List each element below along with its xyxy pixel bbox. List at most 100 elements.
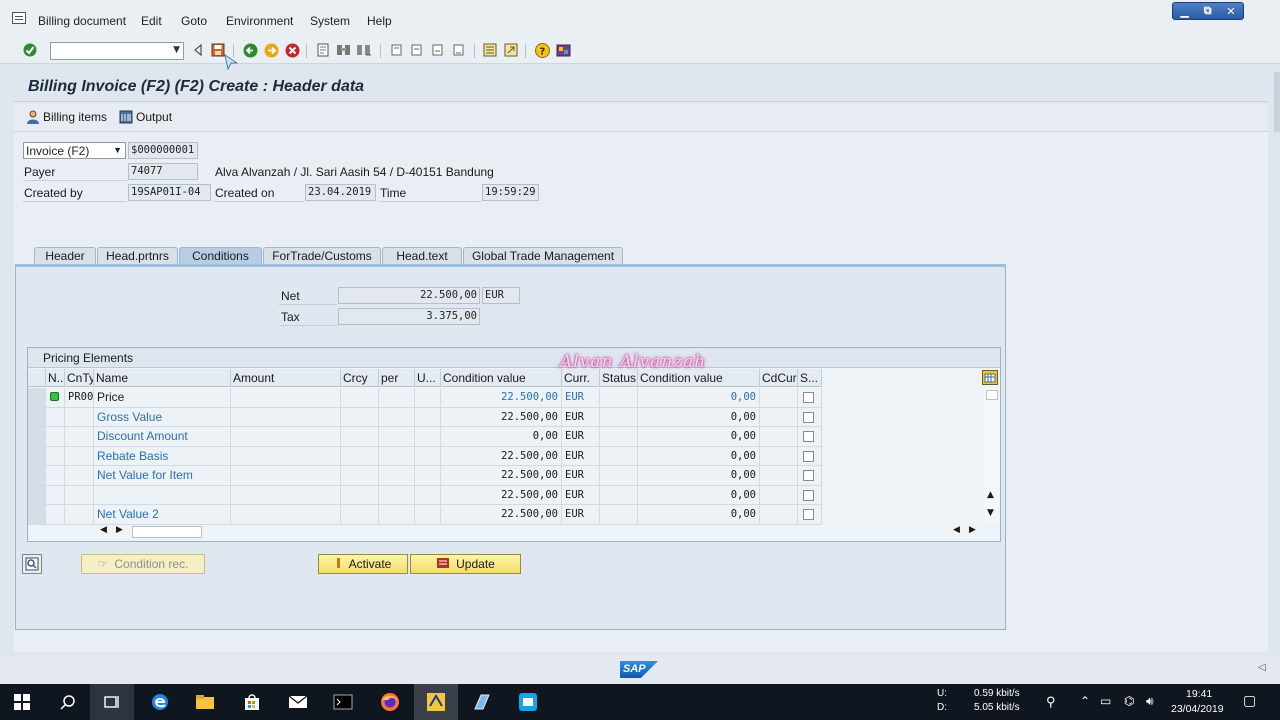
- row-checkbox[interactable]: [803, 509, 814, 520]
- vertical-scrollbar[interactable]: ▲ ▼: [984, 388, 1000, 522]
- row-selector[interactable]: [28, 505, 46, 525]
- battery-icon[interactable]: ▭: [1100, 694, 1111, 708]
- window-scrollbar[interactable]: [1274, 72, 1280, 132]
- mail-icon[interactable]: [286, 690, 310, 714]
- print-icon[interactable]: [315, 42, 331, 58]
- table-row[interactable]: 22.500,00 EUR 0,00: [28, 485, 988, 505]
- menu-environment[interactable]: Environment: [226, 14, 293, 28]
- scroll-down-icon[interactable]: ▼: [987, 508, 994, 518]
- chevron-up-icon[interactable]: ⌃: [1080, 694, 1090, 708]
- file-explorer-icon[interactable]: [193, 690, 217, 714]
- row-selector[interactable]: [28, 466, 46, 486]
- table-row[interactable]: PR00 Price 22.500,00 EUR 0,00: [28, 388, 988, 408]
- scroll-right-icon[interactable]: ▶: [969, 525, 976, 535]
- find-next-icon[interactable]: [356, 42, 372, 58]
- tab-head-partners[interactable]: Head.prtnrs: [97, 247, 178, 265]
- store-icon[interactable]: [240, 690, 264, 714]
- volume-icon[interactable]: 🔊︎: [1146, 694, 1154, 709]
- document-type-dropdown[interactable]: Invoice (F2) ▼: [23, 142, 126, 159]
- horizontal-scrollbar[interactable]: ◀ ▶ ◀ ▶: [94, 525, 984, 539]
- row-selector[interactable]: [28, 407, 46, 427]
- column-header-n[interactable]: N..: [46, 369, 65, 387]
- firefox-icon[interactable]: [378, 690, 402, 714]
- task-view-icon[interactable]: [100, 690, 124, 714]
- last-page-icon[interactable]: [451, 42, 467, 58]
- row-selector[interactable]: [28, 446, 46, 466]
- output-button[interactable]: Output: [119, 110, 172, 124]
- sap-gui-icon[interactable]: [424, 690, 448, 714]
- shortcut-icon[interactable]: [503, 42, 519, 58]
- scroll-left-icon[interactable]: ◀: [953, 525, 960, 535]
- column-header-cnty[interactable]: CnTy: [65, 369, 94, 387]
- row-selector-header[interactable]: [28, 369, 46, 387]
- column-header-s[interactable]: S...: [798, 369, 822, 387]
- help-icon[interactable]: ?: [534, 42, 550, 58]
- clock-time[interactable]: 19:41: [1186, 688, 1212, 700]
- menu-help[interactable]: Help: [367, 14, 392, 28]
- notifications-icon[interactable]: ▢: [1243, 692, 1256, 709]
- table-row[interactable]: Gross Value 22.500,00 EUR 0,00: [28, 407, 988, 427]
- windows-start-icon[interactable]: [10, 690, 34, 714]
- back-icon[interactable]: [242, 42, 258, 58]
- column-header-crcy[interactable]: Crcy: [341, 369, 379, 387]
- row-checkbox[interactable]: [803, 489, 814, 501]
- billing-items-button[interactable]: Billing items: [26, 110, 107, 124]
- column-header-condition-value[interactable]: Condition value: [441, 369, 562, 387]
- scroll-thumb[interactable]: [132, 526, 202, 538]
- table-row[interactable]: Net Value 2 22.500,00 EUR 0,00: [28, 505, 988, 525]
- row-checkbox[interactable]: [803, 392, 814, 403]
- back-arrow-small-icon[interactable]: [190, 42, 206, 58]
- next-page-icon[interactable]: [430, 42, 446, 58]
- column-header-cdcur[interactable]: CdCur: [760, 369, 798, 387]
- dropdown-arrow-icon[interactable]: ▼: [173, 45, 180, 55]
- table-row[interactable]: Rebate Basis 22.500,00 EUR 0,00: [28, 446, 988, 466]
- scroll-left-icon[interactable]: ◀: [100, 525, 107, 535]
- row-checkbox[interactable]: [803, 431, 814, 442]
- activate-button[interactable]: Activate: [318, 554, 408, 574]
- first-page-icon[interactable]: [389, 42, 405, 58]
- tab-conditions[interactable]: Conditions: [179, 247, 262, 265]
- terminal-icon[interactable]: [331, 690, 355, 714]
- exit-icon[interactable]: [263, 42, 279, 58]
- customize-layout-icon[interactable]: [555, 42, 571, 58]
- previous-page-icon[interactable]: [409, 42, 425, 58]
- condition-record-button[interactable]: ☞ Condition rec.: [81, 554, 205, 574]
- column-header-unit[interactable]: U...: [415, 369, 441, 387]
- row-selector[interactable]: [28, 388, 46, 408]
- find-icon[interactable]: [336, 42, 352, 58]
- table-row[interactable]: Net Value for Item 22.500,00 EUR 0,00: [28, 466, 988, 486]
- status-bar-expand-icon[interactable]: ◁: [1258, 662, 1266, 673]
- restore-button[interactable]: ⧉: [1204, 4, 1212, 18]
- network-icon[interactable]: ⌬: [1124, 694, 1134, 708]
- system-menu-icon[interactable]: [12, 12, 26, 24]
- close-button[interactable]: ✕: [1226, 5, 1235, 18]
- scroll-up-icon[interactable]: ▲: [987, 490, 994, 500]
- app-icon[interactable]: [470, 690, 494, 714]
- edge-browser-icon[interactable]: [148, 690, 172, 714]
- search-icon[interactable]: [56, 690, 80, 714]
- tab-global-trade-management[interactable]: Global Trade Management: [463, 247, 623, 265]
- row-selector[interactable]: [28, 427, 46, 447]
- menu-edit[interactable]: Edit: [141, 14, 162, 28]
- table-row[interactable]: Discount Amount 0,00 EUR 0,00: [28, 427, 988, 447]
- menu-system[interactable]: System: [310, 14, 350, 28]
- tab-head-text[interactable]: Head.text: [382, 247, 462, 265]
- scroll-right-icon[interactable]: ▶: [116, 525, 123, 535]
- tab-header[interactable]: Header: [34, 247, 96, 265]
- enter-icon[interactable]: [22, 42, 38, 58]
- tab-foreign-trade-customs[interactable]: ForTrade/Customs: [263, 247, 381, 265]
- scroll-thumb[interactable]: [986, 390, 998, 400]
- column-header-name[interactable]: Name: [94, 369, 231, 387]
- cancel-icon[interactable]: [284, 42, 300, 58]
- clock-date[interactable]: 23/04/2019: [1171, 703, 1224, 715]
- menu-goto[interactable]: Goto: [181, 14, 207, 28]
- menu-billing-document[interactable]: Billing document: [38, 14, 126, 28]
- minimize-button[interactable]: ▁: [1180, 5, 1188, 18]
- row-checkbox[interactable]: [803, 470, 814, 481]
- row-selector[interactable]: [28, 485, 46, 505]
- create-session-icon[interactable]: [482, 42, 498, 58]
- update-button[interactable]: Update: [410, 554, 521, 574]
- table-settings-icon[interactable]: [982, 370, 998, 385]
- people-icon[interactable]: ⚲: [1046, 694, 1056, 710]
- chevron-down-icon[interactable]: ▼: [113, 145, 122, 155]
